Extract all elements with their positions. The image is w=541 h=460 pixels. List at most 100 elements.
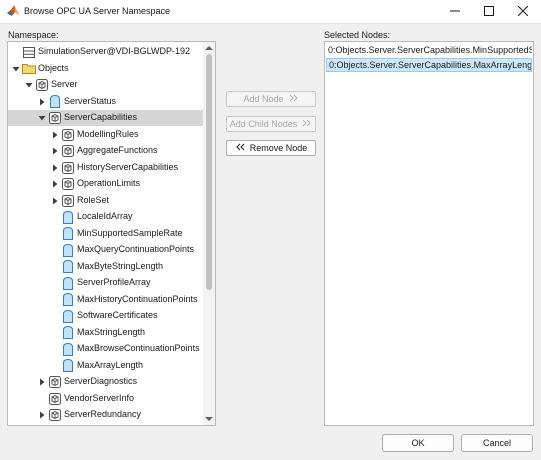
minimize-icon <box>450 10 460 12</box>
object-icon <box>35 78 49 92</box>
object-icon <box>48 375 62 389</box>
tree-node-label: MaxArrayLength <box>77 359 144 370</box>
variable-icon <box>61 326 75 340</box>
list-item[interactable]: 0:Objects.Server.ServerCapabilities.MaxA… <box>326 58 532 72</box>
add-child-nodes-label: Add Child Nodes <box>229 119 298 129</box>
add-node-button[interactable]: Add Node <box>226 91 316 107</box>
collapse-arrow-icon[interactable] <box>51 164 59 172</box>
expand-arrow-icon[interactable] <box>38 114 46 122</box>
object-icon <box>48 111 62 125</box>
object-icon <box>61 194 75 208</box>
tree-node[interactable]: SimulationServer@VDI-BGLWDP-192 <box>8 44 204 60</box>
collapse-arrow-icon[interactable] <box>51 197 59 205</box>
tree-node[interactable]: MaxByteStringLength <box>8 259 204 275</box>
tree-node-label: SoftwareCertificates <box>77 310 158 320</box>
matlab-logo-icon <box>6 4 20 18</box>
collapse-arrow-icon[interactable] <box>38 411 46 419</box>
title-bar: Browse OPC UA Server Namespace <box>0 0 541 24</box>
tree-node[interactable]: MaxHistoryContinuationPoints <box>8 292 204 308</box>
maximize-icon <box>484 6 494 16</box>
tree-node-label: ServerStatus <box>64 95 117 106</box>
tree-node-label: ServerCapabilities <box>64 112 138 122</box>
tree-node-label: OperationLimits <box>77 178 141 188</box>
variable-icon <box>61 210 75 224</box>
object-icon <box>48 392 62 406</box>
window-title: Browse OPC UA Server Namespace <box>24 6 171 16</box>
tree-node-label: MinSupportedSampleRate <box>77 227 183 238</box>
add-node-label: Add Node <box>243 94 284 104</box>
double-chevron-right-icon <box>302 119 312 129</box>
server-list-icon <box>22 45 36 59</box>
tree-node[interactable]: MinSupportedSampleRate <box>8 226 204 242</box>
tree-node[interactable]: MaxArrayLength <box>8 358 204 374</box>
tree-node[interactable]: Objects <box>8 61 204 77</box>
tree-node[interactable]: ServerDiagnostics <box>8 374 204 390</box>
remove-node-button[interactable]: Remove Node <box>226 140 316 156</box>
tree-node-label: MaxByteStringLength <box>77 260 164 271</box>
list-item[interactable]: 0:Objects.Server.ServerCapabilities.MinS… <box>326 43 532 57</box>
remove-node-label: Remove Node <box>249 143 308 153</box>
tree-node[interactable]: HistoryServerCapabilities <box>8 160 204 176</box>
variable-icon <box>61 342 75 356</box>
cancel-button[interactable]: Cancel <box>461 434 533 452</box>
tree-node[interactable]: Server <box>8 77 204 93</box>
object-icon <box>61 144 75 158</box>
collapse-arrow-icon[interactable] <box>51 180 59 188</box>
folder-icon <box>22 62 36 76</box>
variable-icon <box>48 95 62 109</box>
tree-node-label: MaxBrowseContinuationPoints <box>77 343 200 353</box>
object-icon <box>61 128 75 142</box>
tree-node[interactable]: OperationLimits <box>8 176 204 192</box>
double-chevron-left-icon <box>235 143 245 153</box>
tree-node-label: ServerRedundancy <box>64 409 142 419</box>
close-button[interactable] <box>506 0 540 22</box>
tree-node[interactable]: ModellingRules <box>8 127 204 143</box>
tree-node[interactable]: ServerStatus <box>8 94 204 110</box>
tree-node[interactable]: ServerRedundancy <box>8 407 204 423</box>
tree-node-label: LocaleIdArray <box>77 211 133 221</box>
expand-arrow-icon[interactable] <box>12 65 20 73</box>
tree-node-label: MaxQueryContinuationPoints <box>77 244 195 254</box>
tree-node-label: MaxStringLength <box>77 326 146 337</box>
tree-node[interactable]: RoleSet <box>8 193 204 209</box>
selected-nodes-list[interactable]: 0:Objects.Server.ServerCapabilities.MinS… <box>324 41 534 426</box>
variable-icon <box>61 359 75 373</box>
add-child-nodes-button[interactable]: Add Child Nodes <box>226 116 316 132</box>
tree-node-label: VendorServerInfo <box>64 392 135 403</box>
tree-node-label: AggregateFunctions <box>77 145 158 155</box>
tree-node[interactable]: AggregateFunctions <box>8 143 204 159</box>
tree-node-label: ServerProfileArray <box>77 277 151 287</box>
collapse-arrow-icon[interactable] <box>38 378 46 386</box>
tree-node[interactable]: SoftwareCertificates <box>8 308 204 324</box>
scroll-up-icon[interactable] <box>205 44 213 52</box>
namespace-tree[interactable]: SimulationServer@VDI-BGLWDP-192 Objects Se… <box>7 41 216 426</box>
minimize-button[interactable] <box>438 0 472 22</box>
collapse-arrow-icon[interactable] <box>51 131 59 139</box>
tree-node-label: Server <box>51 79 78 89</box>
tree-node[interactable]: MaxQueryContinuationPoints <box>8 242 204 258</box>
tree-scroll-thumb[interactable] <box>206 54 212 290</box>
expand-arrow-icon[interactable] <box>25 81 33 89</box>
namespace-label: Namespace: <box>8 30 59 40</box>
tree-node[interactable]: VendorServerInfo <box>8 391 204 407</box>
tree-node[interactable]: ServerProfileArray <box>8 275 204 291</box>
object-icon <box>48 408 62 422</box>
variable-icon <box>61 243 75 257</box>
tree-node-label: RoleSet <box>77 194 110 205</box>
tree-node[interactable]: MaxBrowseContinuationPoints <box>8 341 204 357</box>
tree-node[interactable]: ServerCapabilities <box>8 110 204 126</box>
tree-node[interactable]: LocaleIdArray <box>8 209 204 225</box>
collapse-arrow-icon[interactable] <box>38 98 46 106</box>
tree-node-label: HistoryServerCapabilities <box>77 161 179 172</box>
scroll-down-icon[interactable] <box>205 415 213 423</box>
variable-icon <box>61 260 75 274</box>
tree-scrollbar[interactable] <box>203 42 215 425</box>
object-icon <box>61 177 75 191</box>
collapse-arrow-icon[interactable] <box>51 147 59 155</box>
tree-node-label: Objects <box>38 62 69 73</box>
tree-node-label: SimulationServer@VDI-BGLWDP-192 <box>38 46 191 56</box>
ok-button[interactable]: OK <box>382 434 454 452</box>
object-icon <box>61 161 75 175</box>
tree-node[interactable]: MaxStringLength <box>8 325 204 341</box>
maximize-button[interactable] <box>472 0 506 22</box>
